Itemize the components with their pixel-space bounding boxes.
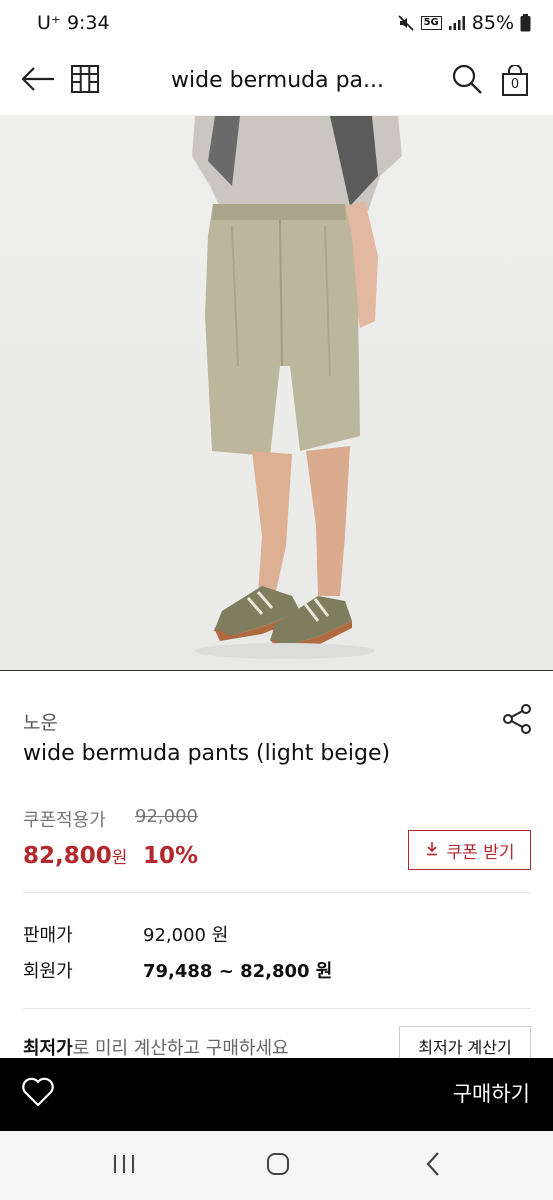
lowest-price-rest: 로 미리 계산하고 구매하세요	[72, 1038, 289, 1059]
sale-price-row-value: 92,000 원	[143, 925, 229, 946]
carrier-label: U⁺	[37, 12, 61, 34]
clock: 9:34	[66, 12, 110, 34]
lowest-price-strong: 최저가	[23, 1038, 73, 1059]
network-badge: 5G	[420, 16, 442, 30]
page-title: wide bermuda pa...	[171, 68, 384, 93]
recents-icon	[112, 1153, 136, 1179]
heart-icon	[21, 1077, 55, 1111]
sale-price-value: 82,800	[23, 843, 112, 869]
cart-count: 0	[510, 77, 520, 92]
coupon-price-label: 쿠폰적용가	[23, 810, 106, 831]
share-icon	[501, 703, 533, 739]
lowest-price-prompt: 최저가로 미리 계산하고 구매하세요	[23, 1034, 289, 1060]
signal-icon	[448, 15, 466, 31]
back-button[interactable]	[18, 46, 58, 116]
status-right: 5G 85%	[397, 12, 531, 34]
sale-price-row-label: 판매가	[23, 925, 73, 946]
buy-bar: 구매하기	[0, 1058, 553, 1131]
original-price: 92,000	[135, 806, 198, 827]
cart-button[interactable]: 0	[498, 46, 532, 116]
search-button[interactable]	[448, 46, 486, 116]
sale-price: 82,800원	[23, 843, 127, 869]
discount-rate: 10%	[143, 843, 199, 869]
get-coupon-button[interactable]: 쿠폰 받기	[408, 830, 531, 870]
get-coupon-label: 쿠폰 받기	[446, 842, 515, 863]
download-icon	[425, 840, 439, 861]
product-image[interactable]	[0, 116, 553, 671]
wishlist-button[interactable]	[20, 1076, 56, 1112]
product-name: wide bermuda pants (light beige)	[23, 741, 391, 766]
store-icon	[70, 64, 100, 98]
member-price-row-value: 79,488 ~ 82,800 원	[143, 961, 333, 982]
share-button[interactable]	[500, 704, 534, 738]
divider	[23, 892, 531, 893]
store-home-button[interactable]	[68, 46, 102, 116]
battery-icon	[520, 14, 531, 32]
product-photo	[0, 116, 553, 670]
shopping-bag-icon: 0	[501, 64, 529, 97]
mute-icon	[397, 14, 415, 32]
chevron-left-icon	[425, 1151, 441, 1181]
brand-name[interactable]: 노운	[23, 708, 58, 735]
battery-percent: 85%	[471, 12, 514, 34]
arrow-left-icon	[20, 66, 56, 96]
status-left: U⁺ 9:34	[37, 12, 110, 34]
sale-price-unit: 원	[111, 848, 128, 868]
app-header: wide bermuda pa... 0	[0, 46, 553, 116]
search-icon	[451, 63, 483, 99]
member-price-row-label: 회원가	[23, 961, 73, 982]
home-button[interactable]	[258, 1149, 298, 1183]
status-bar: U⁺ 9:34 5G 85%	[0, 0, 553, 46]
divider	[23, 1008, 531, 1009]
buy-button[interactable]: 구매하기	[453, 1058, 530, 1131]
recents-button[interactable]	[104, 1149, 144, 1183]
system-nav-bar	[0, 1131, 553, 1200]
system-back-button[interactable]	[413, 1149, 453, 1183]
home-circle-icon	[265, 1151, 291, 1181]
